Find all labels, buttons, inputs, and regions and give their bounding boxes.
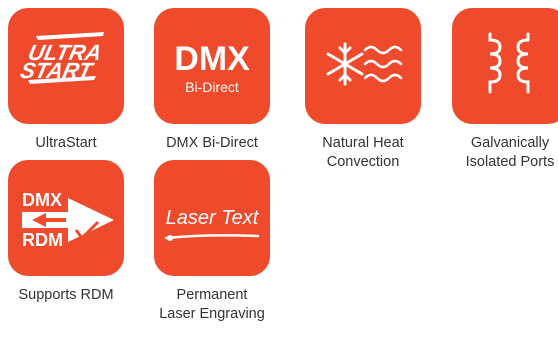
feature-caption: Natural Heat Convection (322, 135, 404, 170)
heat-convection-icon (305, 8, 421, 124)
dmx-bidirect-icon: DMX Bi-Direct (154, 8, 270, 124)
snowflake-icon (326, 42, 364, 86)
isolation-coil-icon (452, 8, 558, 124)
feature-caption: Supports RDM (18, 287, 114, 303)
rdm-dmx-label: DMX (22, 190, 62, 210)
feature-caption: UltraStart (35, 135, 97, 151)
feature-caption: Permanent Laser Engraving (159, 287, 265, 322)
ultrastart-line2: START (18, 58, 97, 83)
rdm-label: RDM (22, 230, 63, 250)
feature-caption: DMX Bi-Direct (166, 135, 258, 151)
heat-waves-icon (363, 45, 403, 83)
ultrastart-icon: ULTRA START (8, 8, 124, 124)
dmx-logo-text: DMX (174, 40, 250, 78)
laser-text-logo: Laser Text (166, 207, 260, 229)
bidirect-label: Bi-Direct (185, 79, 239, 95)
rdm-icon: DMX RDM (8, 160, 124, 276)
laser-text-icon: Laser Text (154, 160, 270, 276)
feature-caption: Galvanically Isolated Ports (465, 135, 555, 170)
